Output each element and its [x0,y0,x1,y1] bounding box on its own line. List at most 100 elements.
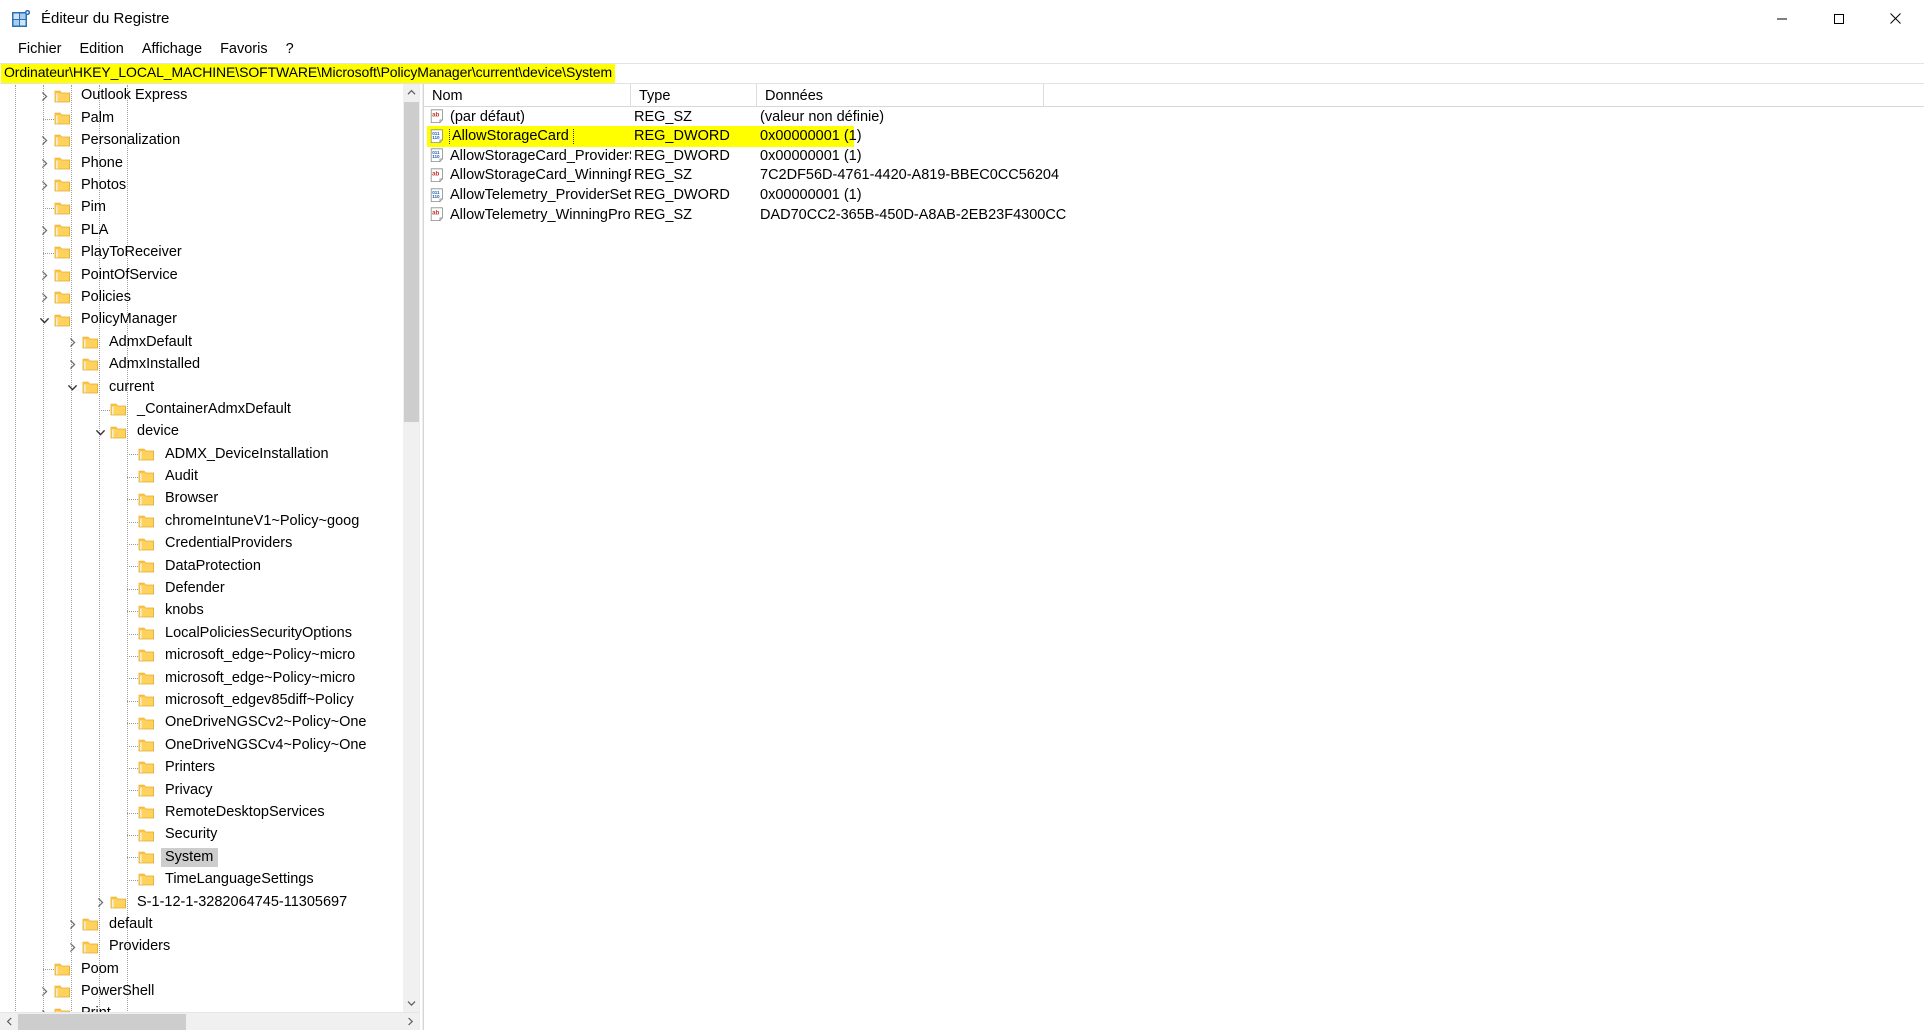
tree-item-playtoreceiver[interactable]: PlayToReceiver [0,242,419,264]
folder-icon [54,178,71,193]
chevron-right-icon[interactable] [34,264,54,286]
chevron-right-icon[interactable] [34,175,54,197]
chevron-right-icon[interactable] [62,354,82,376]
chevron-right-icon[interactable] [34,130,54,152]
folder-icon [138,850,155,865]
tree-item-defender[interactable]: Defender [0,578,419,600]
scroll-up-arrow[interactable] [403,84,419,101]
minimize-button[interactable] [1753,0,1810,37]
value-name-cell[interactable]: ab AllowTelemetry_WinningProvider [424,207,631,222]
tree-item-containeradmxdefault[interactable]: _ContainerAdmxDefault [0,398,419,420]
tree-item-credentialproviders[interactable]: CredentialProviders [0,533,419,555]
tree-item-phone[interactable]: Phone [0,152,419,174]
scroll-right-arrow[interactable] [401,1013,419,1030]
tree-item-browser[interactable]: Browser [0,488,419,510]
table-row[interactable]: ab (par défaut) REG_SZ (valeur non définie) [424,107,1924,127]
menu-affichage[interactable]: Affichage [133,39,211,61]
tree-item-admx-deviceinstallation[interactable]: ADMX_DeviceInstallation [0,443,419,465]
chevron-down-icon[interactable] [90,421,110,443]
address-path[interactable]: Ordinateur\HKEY_LOCAL_MACHINE\SOFTWARE\M… [1,64,616,83]
tree-scrollbar-thumb[interactable] [404,102,419,422]
tree-item-print[interactable]: Print [0,1003,419,1012]
tree-item-default[interactable]: default [0,913,419,935]
tree-item-label: knobs [165,602,204,619]
table-row[interactable]: ab AllowStorageCard_WinningProv…REG_SZ 7C2… [424,166,1924,186]
value-name-cell[interactable]: 011 110 AllowStorageCard [424,127,631,146]
chevron-right-icon[interactable] [34,287,54,309]
tree-item-pla[interactable]: PLA [0,219,419,241]
tree-item-system[interactable]: System [0,846,419,868]
tree-item-timelanguagesettings[interactable]: TimeLanguageSettings [0,869,419,891]
horizontal-scroll-track[interactable] [18,1013,401,1030]
address-bar[interactable]: Ordinateur\HKEY_LOCAL_MACHINE\SOFTWARE\M… [0,63,1924,84]
tree-item-printers[interactable]: Printers [0,757,419,779]
tree-item-knobs[interactable]: knobs [0,600,419,622]
tree-item-s-1-12-1-3282064745-11305697[interactable]: S-1-12-1-3282064745-11305697 [0,891,419,913]
scroll-left-arrow[interactable] [0,1013,18,1030]
tree-item-current[interactable]: current [0,376,419,398]
menu-aide[interactable]: ? [277,39,303,61]
menu-favoris[interactable]: Favoris [211,39,277,61]
tree-item-outlook-express[interactable]: Outlook Express [0,85,419,107]
tree-item-remotedesktopservices[interactable]: RemoteDesktopServices [0,802,419,824]
chevron-right-icon[interactable] [34,1003,54,1012]
tree-vertical-scrollbar[interactable] [402,84,419,1012]
chevron-right-icon[interactable] [34,981,54,1003]
chevron-right-icon[interactable] [62,936,82,958]
column-header-data[interactable]: Données [757,84,1044,107]
tree-elbow [127,611,138,613]
registry-editor-window: Éditeur du Registre Fichier Edition Affi… [0,0,1924,1030]
tree-item-admxinstalled[interactable]: AdmxInstalled [0,354,419,376]
table-row[interactable]: 011 110 AllowTelemetry_ProviderSet REG_DWOR… [424,185,1924,205]
tree-item-pointofservice[interactable]: PointOfService [0,264,419,286]
tree-item-device[interactable]: device [0,421,419,443]
tree-item-pim[interactable]: Pim [0,197,419,219]
tree-item-providers[interactable]: Providers [0,936,419,958]
tree-item-localpoliciessecurityoptions[interactable]: LocalPoliciesSecurityOptions [0,622,419,644]
chevron-right-icon[interactable] [90,891,110,913]
scroll-down-arrow[interactable] [403,995,419,1012]
value-name-cell[interactable]: 011 110 AllowStorageCard_ProviderSet [424,148,631,163]
table-row[interactable]: 011 110 AllowStorageCard_ProviderSet REG_DW… [424,146,1924,166]
chevron-down-icon[interactable] [62,376,82,398]
column-header-filler [1044,84,1924,107]
chevron-right-icon[interactable] [34,85,54,107]
column-header-type[interactable]: Type [631,84,757,107]
chevron-right-icon[interactable] [62,914,82,936]
chevron-right-icon[interactable] [34,220,54,242]
tree-item-security[interactable]: Security [0,824,419,846]
tree-item-photos[interactable]: Photos [0,175,419,197]
tree-item-policymanager[interactable]: PolicyManager [0,309,419,331]
tree-item-microsoft-edge-policy-micro[interactable]: microsoft_edge~Policy~micro [0,645,419,667]
table-row[interactable]: ab AllowTelemetry_WinningProviderREG_SZ DA… [424,205,1924,225]
table-row[interactable]: 011 110 AllowStorageCard REG_DWORD 0x0000000… [424,127,1924,147]
tree-item-admxdefault[interactable]: AdmxDefault [0,331,419,353]
chevron-right-icon[interactable] [34,152,54,174]
tree-item-policies[interactable]: Policies [0,287,419,309]
maximize-button[interactable] [1810,0,1867,37]
dword-value-icon: 011 110 [429,188,445,203]
tree-item-onedrivengscv4-policy-one[interactable]: OneDriveNGSCv4~Policy~One [0,734,419,756]
menu-fichier[interactable]: Fichier [9,39,71,61]
column-header-name[interactable]: Nom [424,84,631,107]
tree-item-dataprotection[interactable]: DataProtection [0,555,419,577]
horizontal-scrollbar-thumb[interactable] [18,1013,186,1030]
tree-item-privacy[interactable]: Privacy [0,779,419,801]
tree-item-palm[interactable]: Palm [0,107,419,129]
value-name-cell[interactable]: ab AllowStorageCard_WinningProv… [424,168,631,183]
tree-item-powershell[interactable]: PowerShell [0,981,419,1003]
tree-item-onedrivengscv2-policy-one[interactable]: OneDriveNGSCv2~Policy~One [0,712,419,734]
tree-item-chromeintunev1-policy-goog[interactable]: chromeIntuneV1~Policy~goog [0,510,419,532]
tree-item-poom[interactable]: Poom [0,958,419,980]
chevron-down-icon[interactable] [34,309,54,331]
tree-item-microsoft-edgev85diff-policy[interactable]: microsoft_edgev85diff~Policy [0,690,419,712]
tree-item-personalization[interactable]: Personalization [0,130,419,152]
value-name-cell[interactable]: 011 110 AllowTelemetry_ProviderSet [424,188,631,203]
value-name-cell[interactable]: ab (par défaut) [424,109,631,124]
close-button[interactable] [1867,0,1924,37]
chevron-right-icon[interactable] [62,331,82,353]
tree-horizontal-scrollbar[interactable] [0,1012,419,1030]
menu-edition[interactable]: Edition [71,39,133,61]
tree-item-microsoft-edge-policy-micro[interactable]: microsoft_edge~Policy~micro [0,667,419,689]
tree-item-audit[interactable]: Audit [0,466,419,488]
